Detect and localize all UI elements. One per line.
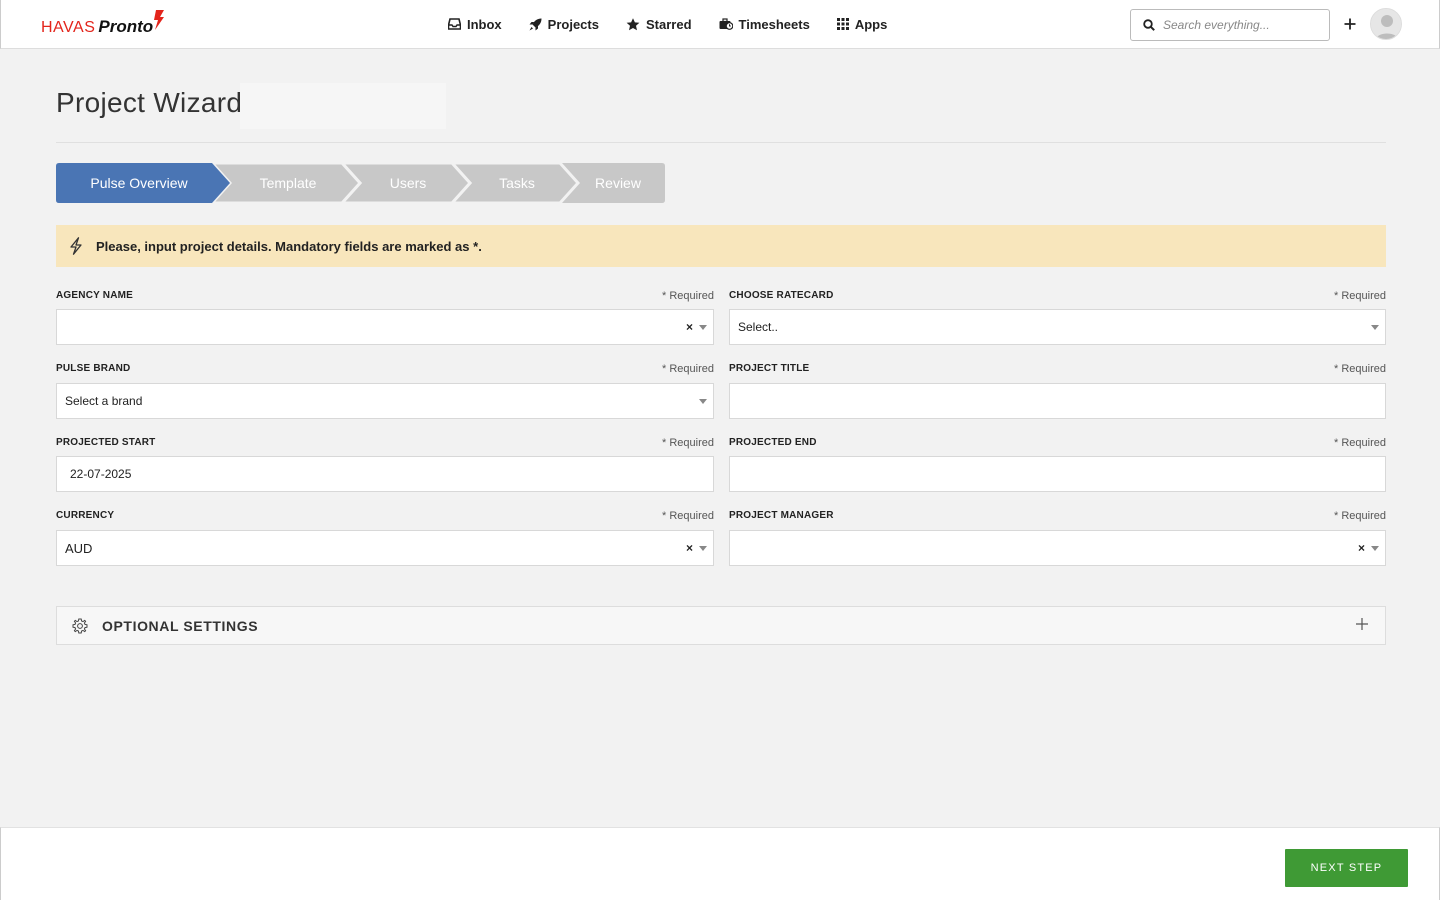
expand-plus-icon[interactable] — [1355, 617, 1369, 631]
currency-select[interactable]: AUD × — [56, 530, 714, 566]
projected-start-required: * Required — [662, 437, 714, 449]
nav-inbox-label: Inbox — [467, 16, 502, 32]
agency-name-clear-icon[interactable]: × — [686, 320, 693, 334]
agency-name-chevron-down-icon[interactable] — [699, 324, 707, 330]
agency-name-select[interactable]: × — [56, 309, 714, 345]
project-title-required: * Required — [1334, 363, 1386, 375]
logo-havas-text: HAVAS — [41, 19, 96, 36]
step-review[interactable]: Review — [572, 163, 664, 203]
pulse-brand-required: * Required — [662, 363, 714, 375]
currency-required: * Required — [662, 510, 714, 522]
project-manager-required: * Required — [1334, 510, 1386, 522]
logo-pronto-text: Pronto — [98, 17, 154, 36]
project-manager-chevron-down-icon[interactable] — [1371, 545, 1379, 551]
rocket-icon — [529, 18, 542, 30]
nav-timesheets[interactable]: Timesheets — [719, 17, 810, 32]
nav-projects[interactable]: Projects — [529, 17, 599, 32]
wizard-steps: Pulse Overview Template Users Tasks Revi… — [56, 163, 666, 203]
project-manager-select[interactable]: × — [729, 530, 1386, 566]
agency-name-required: * Required — [662, 290, 714, 302]
wizard-footer: NEXT STEP — [0, 827, 1440, 900]
search-icon — [1143, 19, 1155, 31]
briefcase-clock-icon — [719, 18, 733, 30]
page-title: Project Wizard — [56, 87, 243, 118]
ratecard-select[interactable]: Select.. — [729, 309, 1386, 345]
notice-text: Please, input project details. Mandatory… — [96, 238, 482, 254]
project-manager-controls: × — [1358, 531, 1379, 565]
havas-pronto-logo[interactable]: HAVAS Pronto — [41, 10, 165, 36]
step-users[interactable]: Users — [354, 163, 462, 203]
optional-settings-label: OPTIONAL SETTINGS — [102, 617, 259, 634]
currency-clear-icon[interactable]: × — [686, 541, 693, 555]
gear-icon — [72, 618, 88, 633]
nav-projects-label: Projects — [547, 16, 599, 32]
optional-settings-toggle[interactable]: OPTIONAL SETTINGS — [56, 606, 1386, 645]
projected-start-value: 22-07-2025 — [70, 467, 132, 481]
ratecard-required: * Required — [1334, 290, 1386, 302]
ratecard-chevron-down-icon[interactable] — [1371, 324, 1379, 330]
create-new-button[interactable] — [1341, 14, 1359, 34]
main-nav: Inbox Projects Starred Timesheets Apps — [448, 0, 914, 48]
step-tasks[interactable]: Tasks — [462, 163, 572, 203]
currency-value: AUD — [65, 540, 93, 556]
project-title-label: PROJECT TITLE — [729, 363, 810, 374]
currency-chevron-down-icon[interactable] — [699, 545, 707, 551]
nav-starred[interactable]: Starred — [626, 17, 692, 32]
project-manager-clear-icon[interactable]: × — [1358, 541, 1365, 555]
projected-end-label: PROJECTED END — [729, 437, 817, 448]
user-silhouette-icon — [1371, 9, 1401, 39]
agency-name-label: AGENCY NAME — [56, 290, 134, 301]
pulse-brand-select[interactable]: Select a brand — [56, 383, 714, 419]
pulse-brand-chevron-down-icon[interactable] — [699, 398, 707, 404]
title-placeholder-area — [240, 83, 446, 129]
top-navbar: HAVAS Pronto Inbox Projects Starred Time… — [0, 0, 1440, 49]
header-divider — [56, 142, 1386, 143]
ratecard-label: CHOOSE RATECARD — [729, 290, 834, 301]
nav-apps-label: Apps — [854, 16, 888, 32]
pulse-brand-label: PULSE BRAND — [56, 363, 131, 374]
ratecard-value: Select.. — [738, 320, 779, 334]
step-pulse-overview[interactable]: Pulse Overview — [56, 163, 222, 203]
logo-bolt-icon — [154, 10, 165, 30]
info-notice: Please, input project details. Mandatory… — [56, 225, 1386, 267]
grid-icon — [836, 18, 849, 30]
nav-starred-label: Starred — [645, 16, 692, 32]
plus-icon — [1344, 18, 1356, 30]
user-avatar[interactable] — [1370, 8, 1402, 40]
agency-name-controls: × — [686, 310, 707, 344]
nav-apps[interactable]: Apps — [836, 16, 888, 32]
currency-label: CURRENCY — [56, 510, 115, 521]
projected-start-input[interactable]: 22-07-2025 — [56, 456, 714, 492]
projected-end-required: * Required — [1334, 437, 1386, 449]
project-title-input[interactable] — [729, 383, 1386, 419]
search-input[interactable] — [1163, 18, 1323, 32]
star-icon — [626, 17, 640, 30]
projected-end-input[interactable] — [729, 456, 1386, 492]
currency-controls: × — [686, 531, 707, 565]
lightning-bolt-icon — [70, 237, 82, 255]
project-manager-label: PROJECT MANAGER — [729, 510, 834, 521]
pulse-brand-value: Select a brand — [65, 394, 143, 408]
step-template[interactable]: Template — [222, 163, 354, 203]
inbox-icon — [448, 18, 461, 30]
projected-start-label: PROJECTED START — [56, 437, 156, 448]
global-search[interactable] — [1130, 9, 1330, 41]
pulse-brand-controls — [699, 384, 707, 418]
nav-timesheets-label: Timesheets — [738, 16, 810, 32]
nav-inbox[interactable]: Inbox — [448, 17, 502, 32]
next-step-button[interactable]: NEXT STEP — [1285, 849, 1408, 887]
ratecard-controls — [1371, 310, 1379, 344]
